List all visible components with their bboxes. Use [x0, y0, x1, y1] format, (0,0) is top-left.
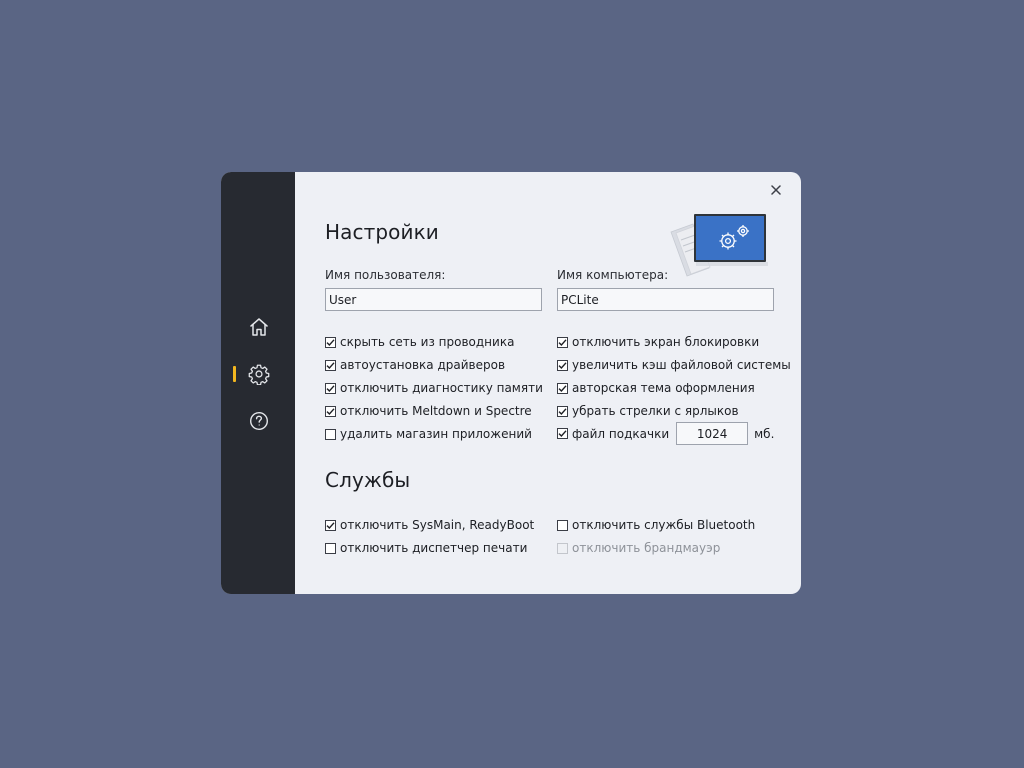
sidebar — [221, 172, 295, 594]
checkbox — [557, 542, 568, 554]
close-icon — [771, 180, 781, 199]
sidebar-item-settings[interactable] — [245, 360, 273, 388]
gear-icon — [248, 363, 270, 385]
swap-size-input[interactable] — [676, 422, 749, 445]
active-indicator — [233, 366, 236, 382]
checkbox[interactable] — [325, 359, 336, 371]
services-title: Службы — [325, 468, 411, 492]
checkbox[interactable] — [557, 405, 568, 417]
service-sysmain[interactable]: отключить SysMain, ReadyBoot — [325, 517, 534, 533]
option-label: скрыть сеть из проводника — [340, 335, 515, 349]
computer-name-label: Имя компьютера: — [557, 268, 669, 282]
option-shortcut-arrows[interactable]: убрать стрелки с ярлыков — [557, 403, 739, 419]
settings-illustration — [667, 212, 771, 282]
option-label: удалить магазин приложений — [340, 427, 532, 441]
settings-title: Настройки — [325, 220, 439, 244]
checkbox[interactable] — [557, 428, 568, 439]
close-button[interactable] — [767, 180, 785, 198]
service-firewall: отключить брандмауэр — [557, 540, 720, 556]
computer-name-input[interactable] — [557, 288, 774, 311]
sidebar-item-help[interactable] — [245, 407, 273, 435]
service-bluetooth[interactable]: отключить службы Bluetooth — [557, 517, 755, 533]
content-panel: Настройки Имя пользователя: Имя компьюте… — [295, 172, 801, 594]
option-label: отключить экран блокировки — [572, 335, 760, 349]
username-input[interactable] — [325, 288, 542, 311]
checkbox[interactable] — [325, 382, 336, 394]
option-memory-diagnostics[interactable]: отключить диагностику памяти — [325, 380, 543, 396]
option-label: отключить диспетчер печати — [340, 541, 528, 555]
checkbox[interactable] — [557, 336, 568, 348]
option-label: автоустановка драйверов — [340, 358, 506, 372]
option-meltdown-spectre[interactable]: отключить Meltdown и Spectre — [325, 403, 532, 419]
checkbox[interactable] — [325, 519, 336, 531]
settings-dialog: Настройки Имя пользователя: Имя компьюте… — [221, 172, 801, 594]
swap-unit: мб. — [754, 426, 775, 441]
option-label: убрать стрелки с ярлыков — [572, 404, 739, 418]
option-swap-file[interactable]: файл подкачки мб. — [557, 422, 774, 445]
option-label: увеличить кэш файловой системы — [572, 358, 791, 372]
option-lock-screen[interactable]: отключить экран блокировки — [557, 334, 759, 350]
home-icon — [248, 316, 270, 338]
option-label: отключить брандмауэр — [572, 541, 721, 555]
checkbox[interactable] — [557, 519, 568, 531]
monitor-icon — [694, 214, 768, 266]
checkbox[interactable] — [325, 428, 336, 440]
option-label: отключить службы Bluetooth — [572, 518, 756, 532]
service-print-spooler[interactable]: отключить диспетчер печати — [325, 540, 527, 556]
question-icon — [248, 410, 270, 432]
sidebar-item-home[interactable] — [245, 313, 273, 341]
checkbox[interactable] — [325, 542, 336, 554]
option-label: авторская тема оформления — [572, 381, 755, 395]
option-fs-cache[interactable]: увеличить кэш файловой системы — [557, 357, 791, 373]
checkbox[interactable] — [557, 382, 568, 394]
username-label: Имя пользователя: — [325, 268, 446, 282]
option-label: отключить диагностику памяти — [340, 381, 543, 395]
option-remove-store[interactable]: удалить магазин приложений — [325, 426, 532, 442]
option-label: файл подкачки — [572, 426, 670, 441]
checkbox[interactable] — [325, 405, 336, 417]
option-auto-drivers[interactable]: автоустановка драйверов — [325, 357, 505, 373]
option-label: отключить Meltdown и Spectre — [340, 404, 532, 418]
option-hide-network[interactable]: скрыть сеть из проводника — [325, 334, 514, 350]
option-label: отключить SysMain, ReadyBoot — [340, 518, 535, 532]
checkbox[interactable] — [325, 336, 336, 348]
option-custom-theme[interactable]: авторская тема оформления — [557, 380, 755, 396]
checkbox[interactable] — [557, 359, 568, 371]
